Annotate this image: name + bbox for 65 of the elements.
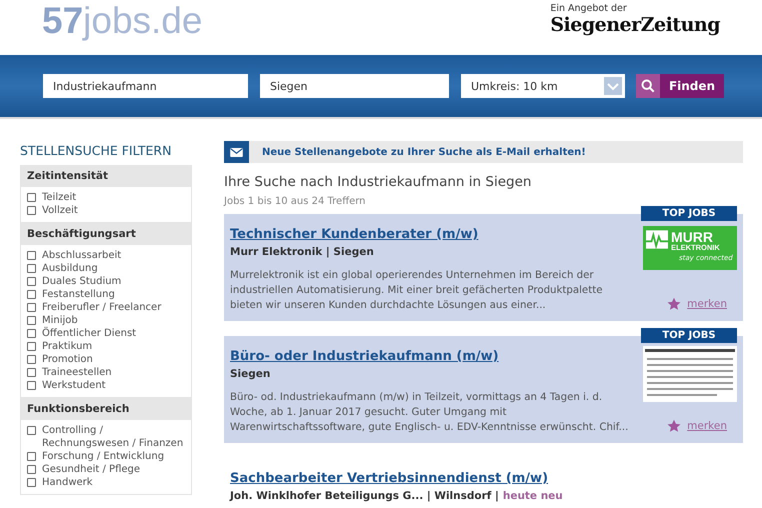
star-icon[interactable]	[667, 419, 682, 433]
chevron-down-icon	[604, 77, 622, 95]
checkbox[interactable]	[27, 426, 36, 435]
checkbox[interactable]	[27, 329, 36, 338]
checkbox[interactable]	[27, 251, 36, 260]
filter-option-label[interactable]: Freiberufler / Freelancer	[42, 301, 162, 314]
job-title-link[interactable]: Büro- oder Industriekaufmann (m/w)	[230, 349, 499, 364]
waveform-icon	[646, 230, 668, 249]
checkbox[interactable]	[27, 478, 36, 487]
filter-option-label[interactable]: Promotion	[42, 353, 93, 366]
job-meta: Joh. Winklhofer Beteiligungs G... | Wilnsdorf |	[230, 490, 499, 502]
email-alert-bar[interactable]: Neue Stellenangebote zu Ihrer Suche als E-Mail erhalten!	[224, 141, 743, 163]
filter-option-label[interactable]: Handwerk	[42, 476, 93, 489]
filter-option-label[interactable]: Werkstudent	[42, 379, 106, 392]
checkbox[interactable]	[27, 355, 36, 364]
star-icon[interactable]	[667, 297, 682, 311]
top-jobs-badge: TOP JOBS	[641, 206, 737, 221]
filter-option-label[interactable]: Ausbildung	[42, 262, 98, 275]
job-title-link[interactable]: Technischer Kundenberater (m/w)	[230, 227, 478, 242]
results-count: Jobs 1 bis 10 aus 24 Treffern	[224, 196, 367, 207]
checkbox[interactable]	[27, 316, 36, 325]
checkbox[interactable]	[27, 206, 36, 215]
filter-option-label[interactable]: Controlling / Rechnungswesen / Finanzen	[42, 424, 185, 450]
filter-option-label[interactable]: Traineestellen	[42, 366, 112, 379]
new-tag: heute neu	[502, 490, 563, 502]
filter-option-label[interactable]: Öffentlicher Dienst	[42, 327, 136, 340]
top-jobs-badge: TOP JOBS	[641, 328, 737, 343]
envelope-icon	[230, 148, 243, 156]
email-alert-text[interactable]: Neue Stellenangebote zu Ihrer Suche als E-Mail erhalten!	[262, 146, 586, 158]
filter-option-label[interactable]: Minijob	[42, 314, 78, 327]
checkbox[interactable]	[27, 264, 36, 273]
job-description: Büro- od. Industriekaufmann (m/w) in Teilzeit, vormittags an 4 Tagen i. d. Woche, ab 1. Januar 2017 gesucht. Guter Umgang mit Warenwirtschaftssoftware, gute Englisch- u. EDV-Kenntnisse erwünscht. Chif...	[230, 391, 630, 435]
results-heading: Ihre Suche nach Industriekaufmann in Siegen	[224, 174, 532, 190]
checkbox[interactable]	[27, 193, 36, 202]
filter-group-header: Funktionsbereich	[21, 398, 191, 420]
radius-dropdown[interactable]: Umkreis: 10 km	[461, 74, 625, 98]
partner-logo: SiegenerZeitung	[550, 14, 720, 36]
checkbox[interactable]	[27, 290, 36, 299]
filter-option-label[interactable]: Festanstellung	[42, 288, 115, 301]
filter-group-header: Beschäftigungsart	[21, 223, 191, 245]
job-meta: Siegen	[230, 368, 270, 380]
search-button[interactable]: Finden	[636, 74, 724, 98]
filter-option-label[interactable]: Gesundheit / Pflege	[42, 463, 140, 476]
filter-option-label[interactable]: Teilzeit	[42, 191, 76, 204]
filter-option-label[interactable]: Vollzeit	[42, 204, 78, 217]
location-field[interactable]: Siegen	[260, 74, 449, 98]
checkbox[interactable]	[27, 381, 36, 390]
keyword-field[interactable]: Industriekaufmann	[43, 74, 248, 98]
checkbox[interactable]	[27, 452, 36, 461]
filter-option-label[interactable]: Forschung / Entwicklung	[42, 450, 164, 463]
checkbox[interactable]	[27, 368, 36, 377]
checkbox[interactable]	[27, 277, 36, 286]
search-icon	[641, 79, 655, 93]
checkbox[interactable]	[27, 342, 36, 351]
filter-option-label[interactable]: Duales Studium	[42, 275, 122, 288]
filter-option-label[interactable]: Abschlussarbeit	[42, 249, 122, 262]
checkbox[interactable]	[27, 465, 36, 474]
job-title-link[interactable]: Sachbearbeiter Vertriebsinnendienst (m/w)	[230, 471, 548, 486]
filter-group-header: Zeitintensität	[21, 165, 191, 187]
partner-caption: Ein Angebot der	[550, 3, 627, 14]
filter-option-label[interactable]: Praktikum	[42, 340, 92, 353]
job-description: Murrelektronik ist ein global operierendes Unternehmen im Bereich der industriellen Automatisierung. Mit einer breit gefächerten Produktpalette bieten wir unseren Kunden durchdachte Lösungen aus einer...	[230, 269, 604, 313]
sidebar-title: STELLENSUCHE FILTERN	[20, 143, 172, 158]
checkbox[interactable]	[27, 303, 36, 312]
job-meta: Murr Elektronik | Siegen	[230, 246, 374, 258]
